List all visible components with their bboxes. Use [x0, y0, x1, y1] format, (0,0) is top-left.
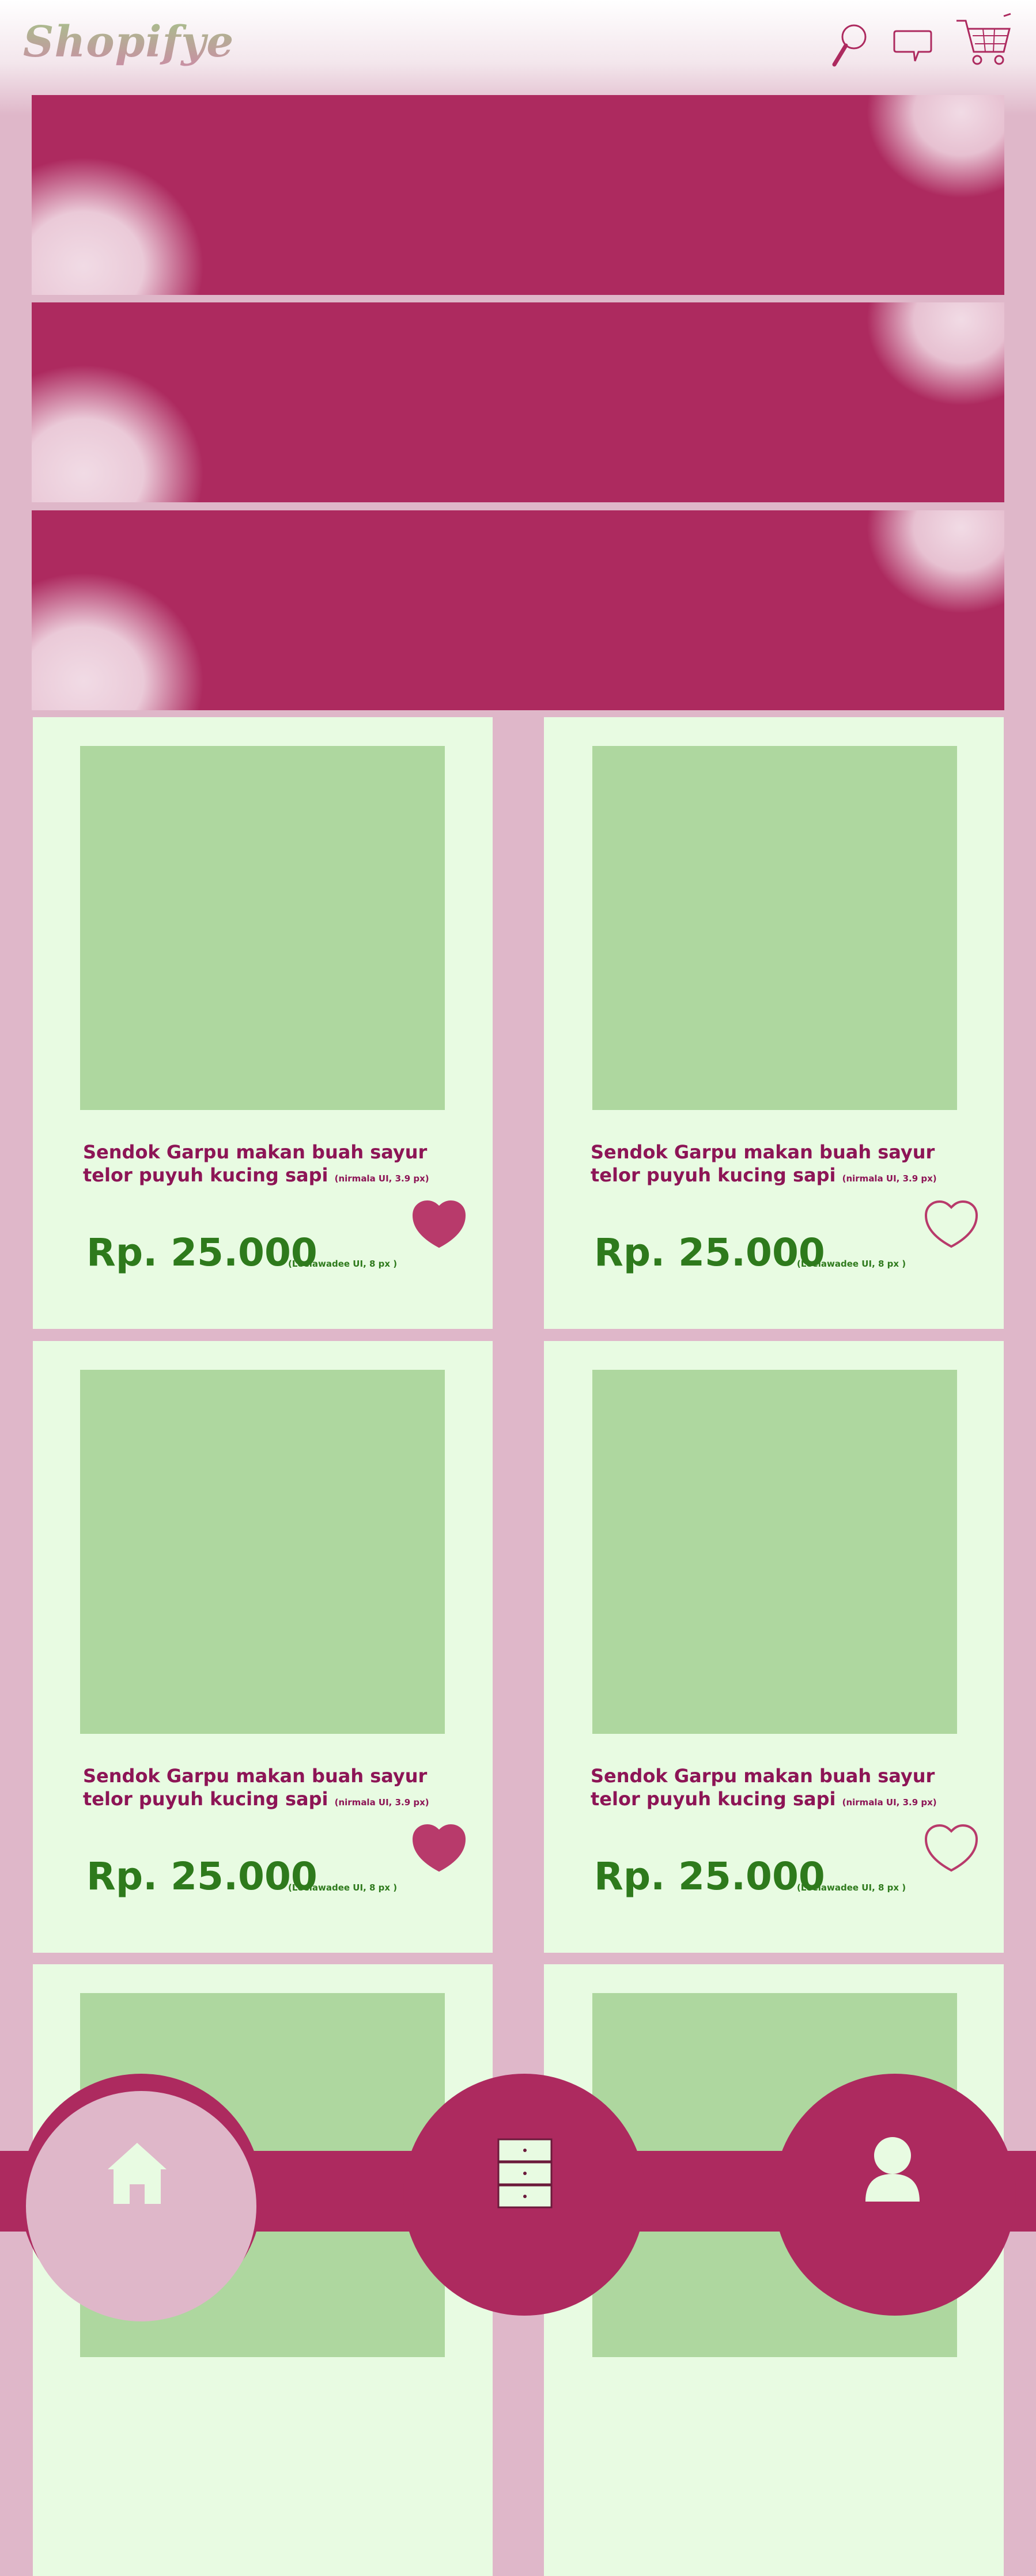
favorite-heart-outline-icon[interactable]: [922, 1198, 980, 1250]
product-name-note: (nirmala UI, 3.9 px): [842, 1173, 937, 1184]
product-price: Rp. 25.000: [86, 1854, 317, 1899]
banner-highlight: [866, 95, 1004, 199]
banner-highlight: [866, 302, 1004, 406]
search-icon[interactable]: [830, 23, 870, 69]
product-price: Rp. 25.000: [594, 1230, 825, 1275]
product-card[interactable]: Sendok Garpu makan buah sayur telor puyu…: [33, 1341, 493, 1953]
favorite-heart-icon[interactable]: [410, 1198, 468, 1250]
product-name-note: (nirmala UI, 3.9 px): [334, 1173, 429, 1184]
product-card[interactable]: Sendok Garpu makan buah sayur telor puyu…: [544, 717, 1004, 1329]
product-image[interactable]: [592, 746, 957, 1110]
product-name[interactable]: Sendok Garpu makan buah sayur telor puyu…: [83, 1764, 452, 1814]
product-image[interactable]: [80, 1370, 445, 1734]
product-name[interactable]: Sendok Garpu makan buah sayur telor puyu…: [591, 1764, 959, 1814]
product-price: Rp. 25.000: [86, 1230, 317, 1275]
product-image[interactable]: [80, 746, 445, 1110]
product-name-note: (nirmala UI, 3.9 px): [334, 1797, 429, 1808]
price-note: (Leelawadee UI, 8 px ): [797, 1882, 906, 1893]
banner-highlight: [32, 364, 205, 502]
home-icon[interactable]: [107, 2142, 168, 2205]
promo-banner-2[interactable]: [32, 302, 1004, 502]
product-name-note: (nirmala UI, 3.9 px): [842, 1797, 937, 1808]
drawer-icon[interactable]: [497, 2138, 553, 2210]
price-note: (Leelawadee UI, 8 px ): [797, 1259, 906, 1269]
nav-home-highlight: [26, 2091, 256, 2321]
banner-highlight: [866, 510, 1004, 614]
product-card[interactable]: Sendok Garpu makan buah sayur telor puyu…: [544, 1341, 1004, 1953]
chat-icon[interactable]: [892, 29, 933, 65]
profile-icon[interactable]: [864, 2136, 921, 2203]
product-image[interactable]: [592, 1370, 957, 1734]
price-note: (Leelawadee UI, 8 px ): [288, 1259, 398, 1269]
product-card[interactable]: Sendok Garpu makan buah sayur telor puyu…: [33, 717, 493, 1329]
product-name[interactable]: Sendok Garpu makan buah sayur telor puyu…: [83, 1141, 452, 1190]
favorite-heart-outline-icon[interactable]: [922, 1822, 980, 1874]
banner-highlight: [32, 157, 205, 295]
price-note: (Leelawadee UI, 8 px ): [288, 1882, 398, 1893]
favorite-heart-icon[interactable]: [410, 1822, 468, 1874]
banner-highlight: [32, 572, 205, 710]
cart-icon[interactable]: [955, 13, 1013, 68]
app-logo[interactable]: Shopifye: [23, 17, 234, 67]
promo-banner-1[interactable]: [32, 95, 1004, 295]
product-price: Rp. 25.000: [594, 1854, 825, 1899]
promo-banner-3[interactable]: [32, 510, 1004, 710]
product-name[interactable]: Sendok Garpu makan buah sayur telor puyu…: [591, 1141, 959, 1190]
